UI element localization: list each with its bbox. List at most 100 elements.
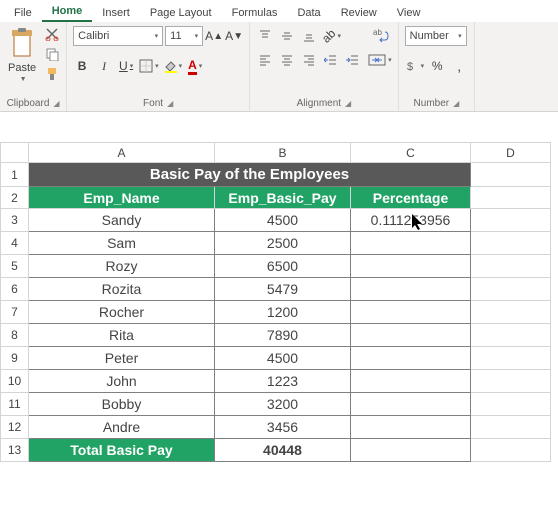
col-emp-pay[interactable]: Emp_Basic_Pay: [215, 187, 351, 209]
sheet-title[interactable]: Basic Pay of the Employees: [29, 163, 471, 187]
cell[interactable]: 2500: [215, 232, 351, 255]
cell[interactable]: 3456: [215, 416, 351, 439]
font-color-button[interactable]: A▾: [186, 56, 204, 76]
align-left-button[interactable]: [256, 50, 274, 70]
cell[interactable]: [351, 278, 471, 301]
decrease-indent-button[interactable]: [322, 50, 340, 70]
cell[interactable]: Rocher: [29, 301, 215, 324]
cell[interactable]: 0.111253956: [351, 209, 471, 232]
cell[interactable]: [351, 370, 471, 393]
format-painter-button[interactable]: [44, 66, 60, 82]
orientation-button[interactable]: ab▾: [322, 26, 341, 46]
cell[interactable]: 4500: [215, 347, 351, 370]
expand-icon[interactable]: ◢: [453, 99, 459, 108]
expand-icon[interactable]: ◢: [345, 99, 351, 108]
border-button[interactable]: ▾: [139, 56, 159, 76]
merge-button[interactable]: ▾: [368, 50, 392, 70]
row-header[interactable]: 10: [1, 370, 29, 393]
fill-color-button[interactable]: ▾: [163, 56, 183, 76]
tab-formulas[interactable]: Formulas: [222, 4, 288, 22]
cell[interactable]: John: [29, 370, 215, 393]
wrap-icon: ab: [371, 28, 389, 44]
paste-button[interactable]: Paste ▼: [6, 26, 38, 85]
cell[interactable]: 3200: [215, 393, 351, 416]
cell[interactable]: [351, 324, 471, 347]
font-name-select[interactable]: Calibri▾: [73, 26, 163, 46]
cell[interactable]: Peter: [29, 347, 215, 370]
tab-file[interactable]: File: [4, 4, 42, 22]
grid[interactable]: A B C D 1 Basic Pay of the Employees 2 E…: [0, 142, 551, 462]
row-header[interactable]: 11: [1, 393, 29, 416]
total-value[interactable]: 40448: [215, 439, 351, 462]
cell[interactable]: 1200: [215, 301, 351, 324]
align-bottom-icon: [302, 29, 316, 43]
row-header[interactable]: 5: [1, 255, 29, 278]
cell[interactable]: Rita: [29, 324, 215, 347]
italic-button[interactable]: I: [95, 56, 113, 76]
col-header-a[interactable]: A: [29, 143, 215, 163]
row-header[interactable]: 8: [1, 324, 29, 347]
tab-view[interactable]: View: [387, 4, 431, 22]
select-all-corner[interactable]: [1, 143, 29, 163]
font-size-select[interactable]: 11▾: [165, 26, 203, 46]
tab-insert[interactable]: Insert: [92, 4, 140, 22]
expand-icon[interactable]: ◢: [167, 99, 173, 108]
copy-button[interactable]: [44, 46, 60, 62]
row-header[interactable]: 12: [1, 416, 29, 439]
col-header-c[interactable]: C: [351, 143, 471, 163]
tab-review[interactable]: Review: [331, 4, 387, 22]
cell[interactable]: [351, 393, 471, 416]
row-header[interactable]: 4: [1, 232, 29, 255]
increase-font-button[interactable]: A▲: [205, 26, 223, 46]
row-header[interactable]: 13: [1, 439, 29, 462]
col-header-d[interactable]: D: [471, 143, 551, 163]
cell[interactable]: Rozita: [29, 278, 215, 301]
cut-button[interactable]: [44, 26, 60, 42]
tab-home[interactable]: Home: [42, 2, 93, 22]
row-header[interactable]: 7: [1, 301, 29, 324]
cell[interactable]: Sandy: [29, 209, 215, 232]
col-header-b[interactable]: B: [215, 143, 351, 163]
underline-button[interactable]: U▾: [117, 56, 135, 76]
cell[interactable]: [351, 255, 471, 278]
bold-button[interactable]: B: [73, 56, 91, 76]
cell[interactable]: [351, 232, 471, 255]
row-header[interactable]: 6: [1, 278, 29, 301]
cell[interactable]: 7890: [215, 324, 351, 347]
number-format-select[interactable]: Number▾: [405, 26, 467, 46]
cell[interactable]: 6500: [215, 255, 351, 278]
col-percentage[interactable]: Percentage: [351, 187, 471, 209]
percent-button[interactable]: %: [428, 56, 446, 76]
align-right-button[interactable]: [300, 50, 318, 70]
cell[interactable]: Andre: [29, 416, 215, 439]
cell[interactable]: Rozy: [29, 255, 215, 278]
cell[interactable]: Bobby: [29, 393, 215, 416]
cell[interactable]: [351, 301, 471, 324]
cell[interactable]: 4500: [215, 209, 351, 232]
cell[interactable]: [351, 416, 471, 439]
row-header[interactable]: 3: [1, 209, 29, 232]
col-emp-name[interactable]: Emp_Name: [29, 187, 215, 209]
tab-data[interactable]: Data: [287, 4, 330, 22]
row-header[interactable]: 9: [1, 347, 29, 370]
cell[interactable]: [351, 347, 471, 370]
align-middle-button[interactable]: [278, 26, 296, 46]
row-header[interactable]: 2: [1, 187, 29, 209]
expand-icon[interactable]: ◢: [53, 99, 59, 108]
wrap-text-button[interactable]: ab: [368, 26, 392, 46]
currency-button[interactable]: $▾: [405, 56, 425, 76]
border-icon: [139, 59, 153, 73]
decrease-font-button[interactable]: A▼: [225, 26, 243, 46]
align-bottom-button[interactable]: [300, 26, 318, 46]
align-top-button[interactable]: [256, 26, 274, 46]
increase-indent-button[interactable]: [344, 50, 362, 70]
tab-page-layout[interactable]: Page Layout: [140, 4, 222, 22]
align-center-button[interactable]: [278, 50, 296, 70]
total-label[interactable]: Total Basic Pay: [29, 439, 215, 462]
row-header[interactable]: 1: [1, 163, 29, 187]
cell[interactable]: Sam: [29, 232, 215, 255]
cell[interactable]: [351, 439, 471, 462]
comma-button[interactable]: ,: [450, 56, 468, 76]
cell[interactable]: 5479: [215, 278, 351, 301]
cell[interactable]: 1223: [215, 370, 351, 393]
